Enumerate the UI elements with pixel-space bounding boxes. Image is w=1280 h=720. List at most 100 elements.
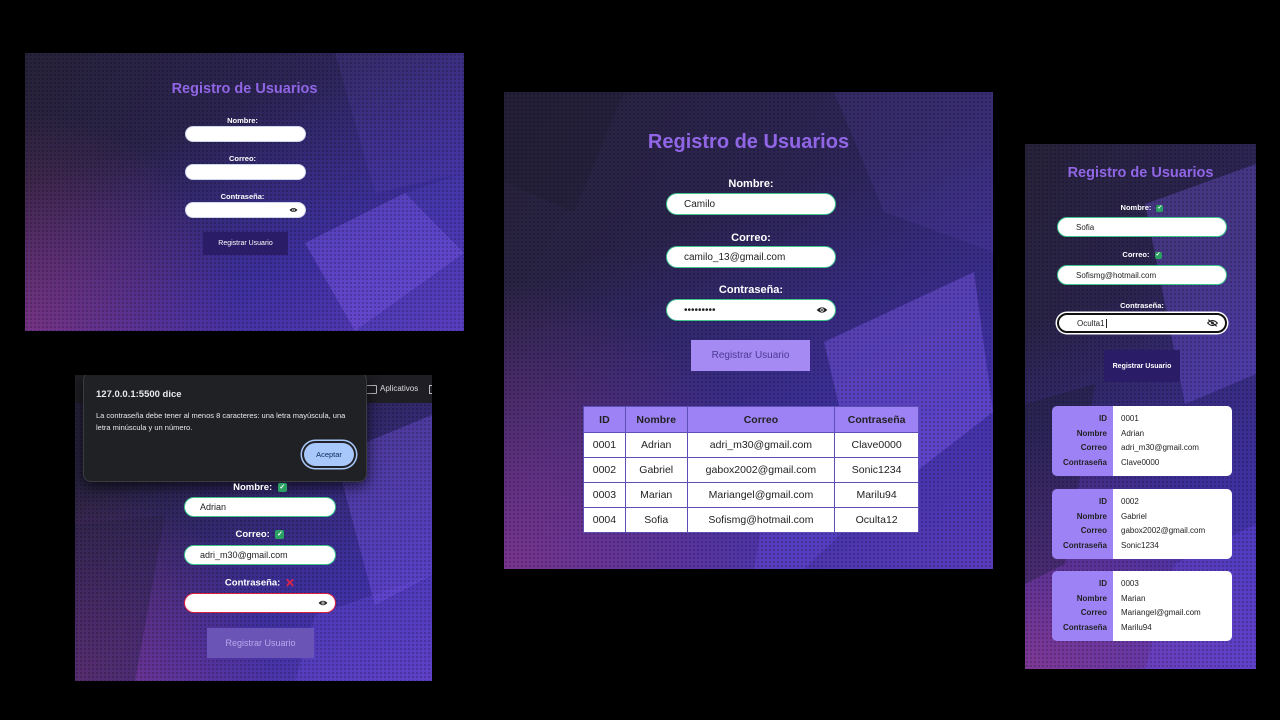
password-value: ••••••••• [684,304,716,316]
card-values: 0003 Marian Mariangel@gmail.com Marilu94 [1113,571,1232,641]
screenshot-mobile-cards: Registro de Usuarios Nombre: ✓ Sofia Cor… [1025,144,1256,669]
email-label: Correo: ✓ [184,529,336,540]
email-value: Sofismg@hotmail.com [1076,270,1157,280]
alert-message: La contraseña debe tener al menos 8 cara… [96,411,346,432]
register-button[interactable]: Registrar Usuario [203,232,288,255]
cell-contrasena: Marilu94 [834,482,919,508]
table-row: 0003 Marian Mariangel@gmail.com Marilu94 [583,482,919,508]
card-key-id: ID [1099,579,1107,588]
name-label: Nombre: ✓ [184,482,336,493]
card-value-nombre: Gabriel [1121,511,1147,521]
cell-nombre: Adrian [624,432,688,458]
password-label: Contraseña: ✕ [184,576,336,590]
cell-contrasena: Oculta12 [834,507,919,533]
card-key-contrasena: Contraseña [1062,622,1107,632]
card-keys: ID Nombre Correo Contraseña [1052,489,1113,559]
table-header-row: ID Nombre Correo Contraseña [583,406,919,433]
name-input[interactable]: Sofia [1057,217,1227,237]
table-row: 0001 Adrian adri_m30@gmail.com Clave0000 [583,432,919,458]
screenshot-validation-alert: Aplicativos 127.0.0.1:5500 dice La contr… [75,375,432,681]
card-value-nombre: Adrian [1121,428,1145,438]
text-cursor [1105,318,1107,328]
card-key-contrasena: Contraseña [1062,457,1107,467]
card-value-nombre: Marian [1121,593,1146,603]
email-input[interactable] [185,164,306,180]
register-button[interactable]: Registrar Usuario [1104,350,1180,382]
card-value-id: 0002 [1121,497,1139,506]
alert-origin: 127.0.0.1:5500 dice [96,389,182,400]
cell-id: 0001 [583,432,626,458]
card-key-correo: Correo [1080,608,1107,618]
cell-nombre: Marian [624,482,688,508]
screenshot-table-view: Registro de Usuarios Nombre: Camilo Corr… [504,92,993,569]
email-label-text: Correo: [1122,250,1150,259]
check-icon: ✓ [1154,251,1162,259]
cross-icon: ✕ [285,576,296,590]
check-icon: ✓ [275,529,285,539]
name-value: Sofia [1076,222,1095,232]
card-value-correo: gabox2002@gmail.com [1121,526,1206,536]
column-header-correo: Correo [686,406,836,433]
table-row: 0004 Sofia Sofismg@hotmail.com Oculta12 [583,507,919,533]
cell-correo: adri_m30@gmail.com [686,432,836,458]
password-input[interactable] [185,202,306,218]
column-header-contrasena: Contraseña [834,406,919,433]
name-label-text: Nombre: [233,482,273,493]
bookmark-folder-aplicativos[interactable]: Aplicativos [380,384,418,393]
register-button[interactable]: Registrar Usuario [691,340,810,371]
eye-icon[interactable] [816,306,828,314]
card-key-nombre: Nombre [1076,593,1107,603]
cell-correo: gabox2002@gmail.com [686,457,836,483]
user-card: ID Nombre Correo Contraseña 0002 Gabriel… [1052,489,1232,559]
user-card: ID Nombre Correo Contraseña 0001 Adrian … [1052,406,1232,476]
email-label: Correo: [731,232,771,244]
email-input[interactable]: Sofismg@hotmail.com [1057,265,1227,285]
cell-nombre: Sofia [624,507,688,533]
cell-contrasena: Sonic1234 [834,457,919,483]
password-value: Oculta1 [1077,318,1105,328]
cell-nombre: Gabriel [624,457,688,483]
card-value-id: 0003 [1121,579,1139,588]
eye-icon[interactable] [318,600,328,607]
card-key-correo: Correo [1080,443,1107,453]
password-input[interactable]: Oculta1 [1057,313,1227,333]
card-key-id: ID [1099,497,1107,506]
cell-contrasena: Clave0000 [834,432,919,458]
register-button[interactable]: Registrar Usuario [207,628,314,658]
name-value: Adrian [200,502,227,512]
page-title: Registro de Usuarios [1067,165,1214,181]
column-header-nombre: Nombre [624,406,688,433]
email-label: Correo: ✓ [1058,250,1226,259]
eye-slash-icon[interactable] [1207,319,1218,327]
password-input[interactable] [184,593,336,613]
folder-icon [429,385,432,394]
card-key-nombre: Nombre [1076,428,1107,438]
card-value-correo: adri_m30@gmail.com [1121,443,1199,453]
card-values: 0001 Adrian adri_m30@gmail.com Clave0000 [1113,406,1232,476]
card-keys: ID Nombre Correo Contraseña [1052,571,1113,641]
name-value: Camilo [684,198,716,210]
card-values: 0002 Gabriel gabox2002@gmail.com Sonic12… [1113,489,1232,559]
name-input[interactable]: Camilo [666,193,836,215]
card-value-correo: Mariangel@gmail.com [1121,608,1201,618]
email-label-text: Correo: [235,529,270,540]
password-input[interactable]: ••••••••• [666,299,836,321]
email-input[interactable]: camilo_13@gmail.com [666,246,836,268]
email-label: Correo: [228,154,257,163]
folder-icon [366,385,377,394]
name-input[interactable] [185,126,306,142]
check-icon: ✓ [1156,204,1164,212]
alert-dialog: 127.0.0.1:5500 dice La contraseña debe t… [83,375,367,482]
cell-correo: Mariangel@gmail.com [686,482,836,508]
email-value: camilo_13@gmail.com [684,251,786,263]
cell-correo: Sofismg@hotmail.com [686,507,836,533]
cell-id: 0004 [583,507,626,533]
password-label: Contraseña: [220,192,265,201]
name-label: Nombre: [728,178,774,190]
email-input[interactable]: adri_m30@gmail.com [184,545,336,565]
name-input[interactable]: Adrian [184,497,336,517]
accept-button[interactable]: Aceptar [304,443,354,466]
name-label-text: Nombre: [1120,203,1152,212]
password-label: Contraseña: [1120,301,1164,310]
eye-icon[interactable] [289,207,298,213]
